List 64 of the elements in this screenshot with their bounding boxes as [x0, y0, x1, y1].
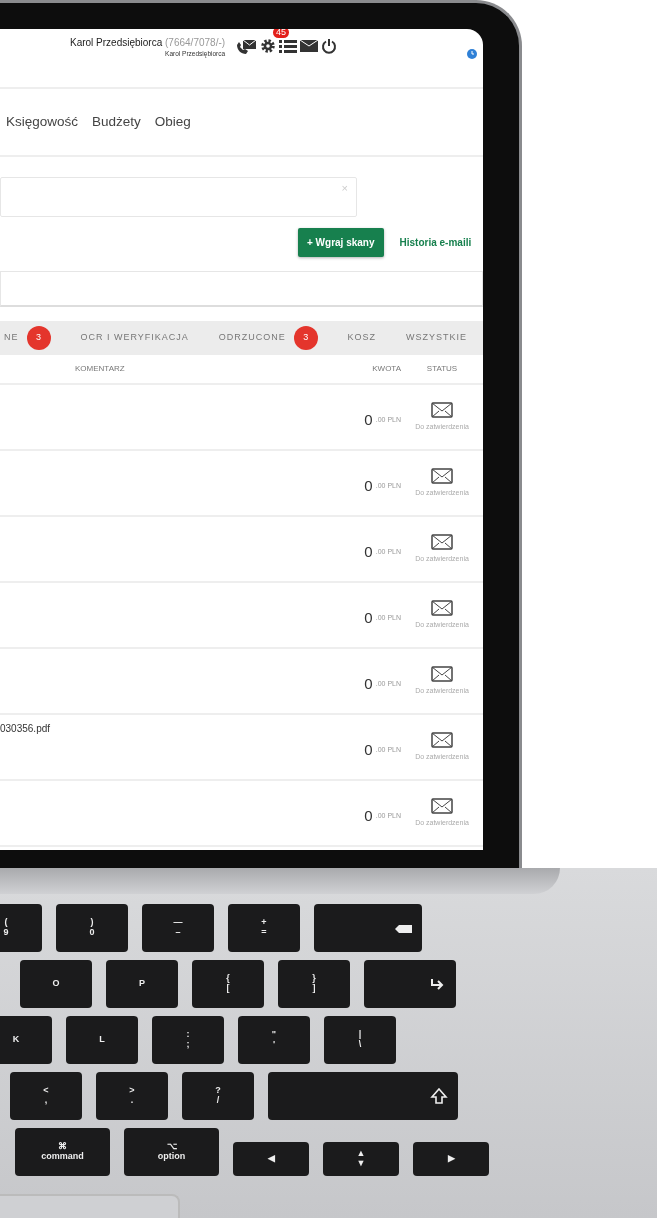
- amount: 0: [364, 409, 373, 430]
- envelope-icon[interactable]: [431, 665, 453, 682]
- return-icon: [428, 976, 446, 992]
- envelope-icon[interactable]: [431, 731, 453, 748]
- tab[interactable]: NE 3: [0, 324, 55, 352]
- keyboard-key[interactable]: — –: [142, 904, 214, 952]
- keyboard-key[interactable]: } ]: [278, 960, 350, 1008]
- keyboard-key[interactable]: " ': [238, 1016, 310, 1064]
- column-header: KWOTA: [371, 363, 401, 375]
- column-header: STATUS: [425, 363, 459, 375]
- amount: 0: [364, 805, 373, 826]
- envelope-icon[interactable]: [431, 797, 453, 814]
- settings-icon[interactable]: [260, 38, 277, 54]
- tab[interactable]: WSZYSTKIE: [401, 329, 471, 347]
- keyboard-key[interactable]: O: [20, 960, 92, 1008]
- list-icon[interactable]: [279, 38, 298, 54]
- keyboard-key[interactable]: ( 9: [0, 904, 42, 952]
- tab[interactable]: KOSZ: [343, 329, 381, 347]
- keyboard-key[interactable]: K: [0, 1016, 52, 1064]
- nav-link[interactable]: Obieg: [154, 111, 191, 133]
- keyboard-key[interactable]: ) 0: [56, 904, 128, 952]
- filter-field[interactable]: [0, 271, 483, 307]
- keyboard-key[interactable]: ⌘ command: [15, 1128, 110, 1176]
- user-name: Karol Przedsiębiorca: [70, 37, 163, 48]
- amount: 0: [364, 541, 373, 562]
- history-link[interactable]: Historia e-maili: [399, 235, 472, 250]
- amount: 0: [364, 607, 373, 628]
- tab[interactable]: ODRZUCONE 3: [214, 324, 322, 352]
- phone-mail-icon[interactable]: [235, 37, 258, 55]
- notification-badge: 45: [273, 29, 290, 38]
- nav-link[interactable]: Księgowość: [6, 111, 79, 133]
- nav-link[interactable]: Budżety: [92, 111, 141, 133]
- keyboard-key[interactable]: ▲ ▼: [323, 1142, 399, 1176]
- tab[interactable]: OCR I WERYFIKACJA: [76, 329, 193, 347]
- keyboard-key[interactable]: L: [66, 1016, 138, 1064]
- envelope-icon[interactable]: [431, 467, 453, 484]
- amount: 0: [364, 739, 373, 760]
- keyboard-key[interactable]: > .: [96, 1072, 168, 1120]
- column-header: KOMENTARZ: [74, 363, 126, 375]
- shift-icon: [430, 1088, 448, 1104]
- keyboard-key[interactable]: | \: [324, 1016, 396, 1064]
- keyboard-key[interactable]: ▶: [413, 1142, 489, 1176]
- amount: 0: [364, 673, 373, 694]
- envelope-icon[interactable]: [431, 599, 453, 616]
- keyboard-key[interactable]: ◀: [233, 1142, 309, 1176]
- envelope-icon[interactable]: [431, 401, 453, 418]
- file-name: 030356.pdf: [0, 722, 52, 736]
- keyboard-key[interactable]: ⌥ option: [124, 1128, 219, 1176]
- count-badge: 3: [26, 326, 51, 350]
- keyboard-key[interactable]: < ,: [10, 1072, 82, 1120]
- keyboard-key[interactable]: { [: [192, 960, 264, 1008]
- amount: 0: [364, 475, 373, 496]
- count-badge: 3: [293, 326, 318, 350]
- envelope-icon[interactable]: [431, 533, 453, 550]
- upload-button[interactable]: + Wgraj skany: [298, 228, 384, 257]
- keyboard-key[interactable]: : ;: [152, 1016, 224, 1064]
- keyboard-key[interactable]: + =: [228, 904, 300, 952]
- mail-icon[interactable]: [300, 39, 319, 53]
- user-code: (7664/7078/-): [164, 37, 226, 48]
- keyboard-key[interactable]: [314, 904, 422, 952]
- power-icon[interactable]: [321, 38, 338, 54]
- clock-icon[interactable]: [467, 49, 477, 59]
- keyboard-key[interactable]: P: [106, 960, 178, 1008]
- keyboard-key[interactable]: ? /: [182, 1072, 254, 1120]
